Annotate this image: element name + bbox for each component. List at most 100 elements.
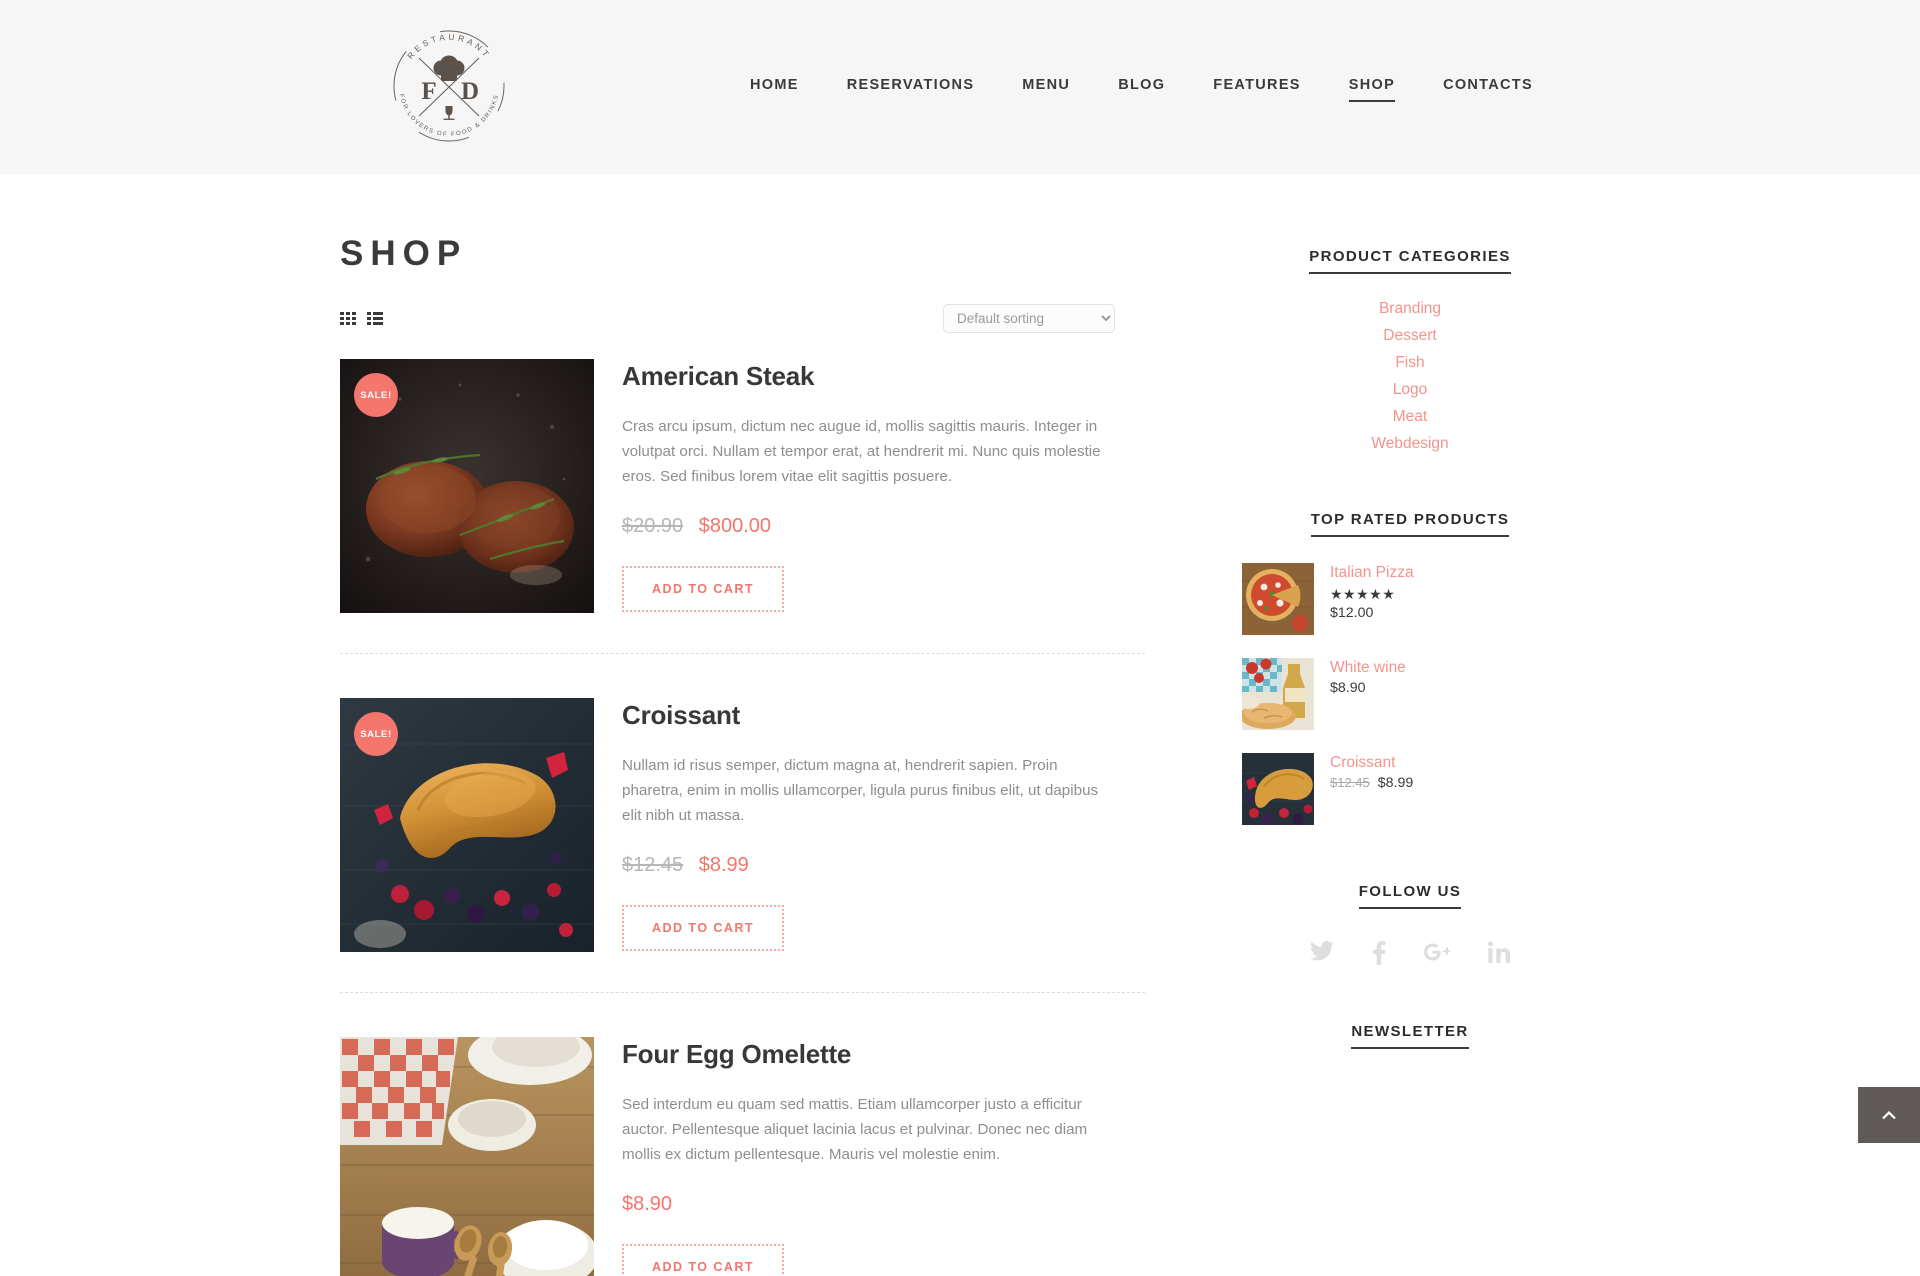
product-description: Cras arcu ipsum, dictum nec augue id, mo…: [622, 418, 1101, 486]
logo-badge-icon: F D RESTAURANT FOR LOVERS OF FOOD & DRIN…: [393, 30, 505, 142]
view-mode-toggles[interactable]: [340, 311, 383, 325]
top-rated-list: Italian Pizza ★★★★★ $12.00 White wine $8…: [1240, 563, 1580, 825]
list-item: Fish: [1240, 354, 1580, 372]
linkedin-icon[interactable]: [1488, 941, 1510, 963]
top-rated-name-white-wine[interactable]: White wine: [1330, 659, 1406, 677]
nav-item-features[interactable]: FEATURES: [1213, 77, 1300, 102]
category-link-logo[interactable]: Logo: [1393, 381, 1427, 398]
price-old: $20.90: [622, 515, 684, 538]
list-item: Meat: [1240, 408, 1580, 426]
product-title[interactable]: American Steak: [622, 361, 1119, 392]
product-row: Four Egg Omelette Sed interdum eu quam s…: [340, 1037, 1145, 1276]
product-image-four-egg-omelette[interactable]: [340, 1037, 594, 1276]
omelette-ingredients-photo: [340, 1037, 594, 1276]
price-old: $12.45: [1330, 775, 1370, 790]
product-price: $20.90 $800.00: [622, 515, 1119, 538]
grid-view-icon[interactable]: [340, 311, 356, 325]
italian-pizza-photo: [1242, 563, 1314, 635]
add-to-cart-button[interactable]: ADD TO CART: [622, 1244, 784, 1276]
top-rated-body: Italian Pizza ★★★★★ $12.00: [1314, 563, 1414, 621]
sale-badge: SALE!: [354, 712, 398, 756]
sale-badge: SALE!: [354, 373, 398, 417]
product-title[interactable]: Croissant: [622, 700, 1119, 731]
category-link-dessert[interactable]: Dessert: [1383, 327, 1436, 344]
page-container: SHOP Default sorting SALE! American Stea…: [340, 174, 1580, 1276]
product-info: American Steak Cras arcu ipsum, dictum n…: [594, 359, 1119, 613]
page-body: SHOP Default sorting SALE! American Stea…: [0, 174, 1920, 1276]
checkered-cloth: [340, 1037, 458, 1145]
scroll-to-top-button[interactable]: [1858, 1087, 1920, 1143]
price-new: $800.00: [698, 515, 772, 538]
twitter-icon[interactable]: [1310, 941, 1334, 963]
product-row: SALE! Croissant Nullam id risus semper, …: [340, 698, 1145, 993]
product-image-croissant[interactable]: SALE!: [340, 698, 594, 952]
chevron-up-icon: [1882, 1110, 1896, 1119]
white-wine-photo: [1242, 658, 1314, 730]
list-item: Italian Pizza ★★★★★ $12.00: [1242, 563, 1580, 635]
top-rated-price: $12.45 $8.99: [1330, 775, 1413, 791]
price-new: $8.99: [698, 854, 749, 877]
list-item: Croissant $12.45 $8.99: [1242, 753, 1580, 825]
main-navigation[interactable]: HOME RESERVATIONS MENU BLOG FEATURES SHO…: [750, 77, 1533, 102]
nav-item-blog[interactable]: BLOG: [1118, 77, 1165, 102]
sorting-select[interactable]: Default sorting: [943, 303, 1115, 333]
category-link-fish[interactable]: Fish: [1395, 354, 1424, 371]
widget-newsletter: NEWSLETTER: [1240, 1023, 1580, 1075]
product-description: Nullam id risus semper, dictum magna at,…: [622, 757, 1099, 825]
widget-top-rated-products: TOP RATED PRODUCTS Italian Pizza ★★★★★ $…: [1240, 511, 1580, 825]
top-rated-image-italian-pizza[interactable]: [1242, 563, 1314, 635]
google-plus-icon[interactable]: [1424, 941, 1450, 963]
product-price: $8.90: [622, 1193, 1119, 1216]
price-new: $8.90: [622, 1193, 673, 1216]
star-rating-icon: ★★★★★: [1330, 586, 1396, 602]
list-item: Branding: [1240, 300, 1580, 318]
site-header: F D RESTAURANT FOR LOVERS OF FOOD & DRIN…: [0, 0, 1920, 174]
nav-item-shop[interactable]: SHOP: [1348, 77, 1396, 102]
category-link-branding[interactable]: Branding: [1379, 300, 1441, 317]
category-link-meat[interactable]: Meat: [1393, 408, 1427, 425]
shop-toolbar: Default sorting: [340, 301, 1145, 335]
nav-item-menu[interactable]: MENU: [1022, 77, 1070, 102]
nav-item-reservations[interactable]: RESERVATIONS: [847, 77, 975, 102]
list-view-icon[interactable]: [367, 311, 383, 325]
page-title: SHOP: [340, 234, 468, 273]
category-list: Branding Dessert Fish Logo Meat Webdesig…: [1240, 300, 1580, 453]
top-rated-image-white-wine[interactable]: [1242, 658, 1314, 730]
product-description: Sed interdum eu quam sed mattis. Etiam u…: [622, 1096, 1088, 1164]
logo-letter-d: D: [461, 78, 479, 105]
widget-follow-us: FOLLOW US: [1240, 883, 1580, 965]
price-new: $12.00: [1330, 605, 1374, 621]
price-new: $8.99: [1377, 775, 1414, 791]
add-to-cart-button[interactable]: ADD TO CART: [622, 905, 784, 952]
croissant-photo: [1242, 753, 1314, 825]
nav-item-home[interactable]: HOME: [750, 77, 799, 102]
product-title[interactable]: Four Egg Omelette: [622, 1039, 1119, 1070]
facebook-icon[interactable]: [1372, 941, 1386, 965]
top-rated-name-italian-pizza[interactable]: Italian Pizza: [1330, 564, 1414, 582]
product-price: $12.45 $8.99: [622, 854, 1119, 877]
list-item: White wine $8.90: [1242, 658, 1580, 730]
widget-title: NEWSLETTER: [1351, 1023, 1469, 1049]
nav-item-contacts[interactable]: CONTACTS: [1443, 77, 1533, 102]
widget-title: PRODUCT CATEGORIES: [1309, 248, 1511, 274]
top-rated-image-croissant[interactable]: [1242, 753, 1314, 825]
shop-content: SHOP Default sorting SALE! American Stea…: [340, 236, 1145, 1276]
widget-product-categories: PRODUCT CATEGORIES Branding Dessert Fish…: [1240, 248, 1580, 453]
price-new: $8.90: [1330, 680, 1366, 696]
product-image-american-steak[interactable]: SALE!: [340, 359, 594, 613]
social-links[interactable]: [1240, 941, 1580, 965]
top-rated-name-croissant[interactable]: Croissant: [1330, 754, 1413, 772]
category-link-webdesign[interactable]: Webdesign: [1371, 435, 1448, 452]
shop-sidebar: PRODUCT CATEGORIES Branding Dessert Fish…: [1240, 236, 1580, 1133]
site-logo[interactable]: F D RESTAURANT FOR LOVERS OF FOOD & DRIN…: [385, 22, 513, 150]
widget-title: FOLLOW US: [1358, 883, 1462, 909]
mug: [382, 1207, 465, 1276]
logo-letter-f: F: [421, 78, 436, 105]
list-item: Dessert: [1240, 327, 1580, 345]
add-to-cart-button[interactable]: ADD TO CART: [622, 566, 784, 613]
wine-glass-icon: [443, 106, 455, 120]
top-rated-price: $12.00: [1330, 605, 1414, 621]
top-rated-body: White wine $8.90: [1314, 658, 1406, 696]
top-rated-body: Croissant $12.45 $8.99: [1314, 753, 1413, 791]
top-rated-price: $8.90: [1330, 680, 1406, 696]
